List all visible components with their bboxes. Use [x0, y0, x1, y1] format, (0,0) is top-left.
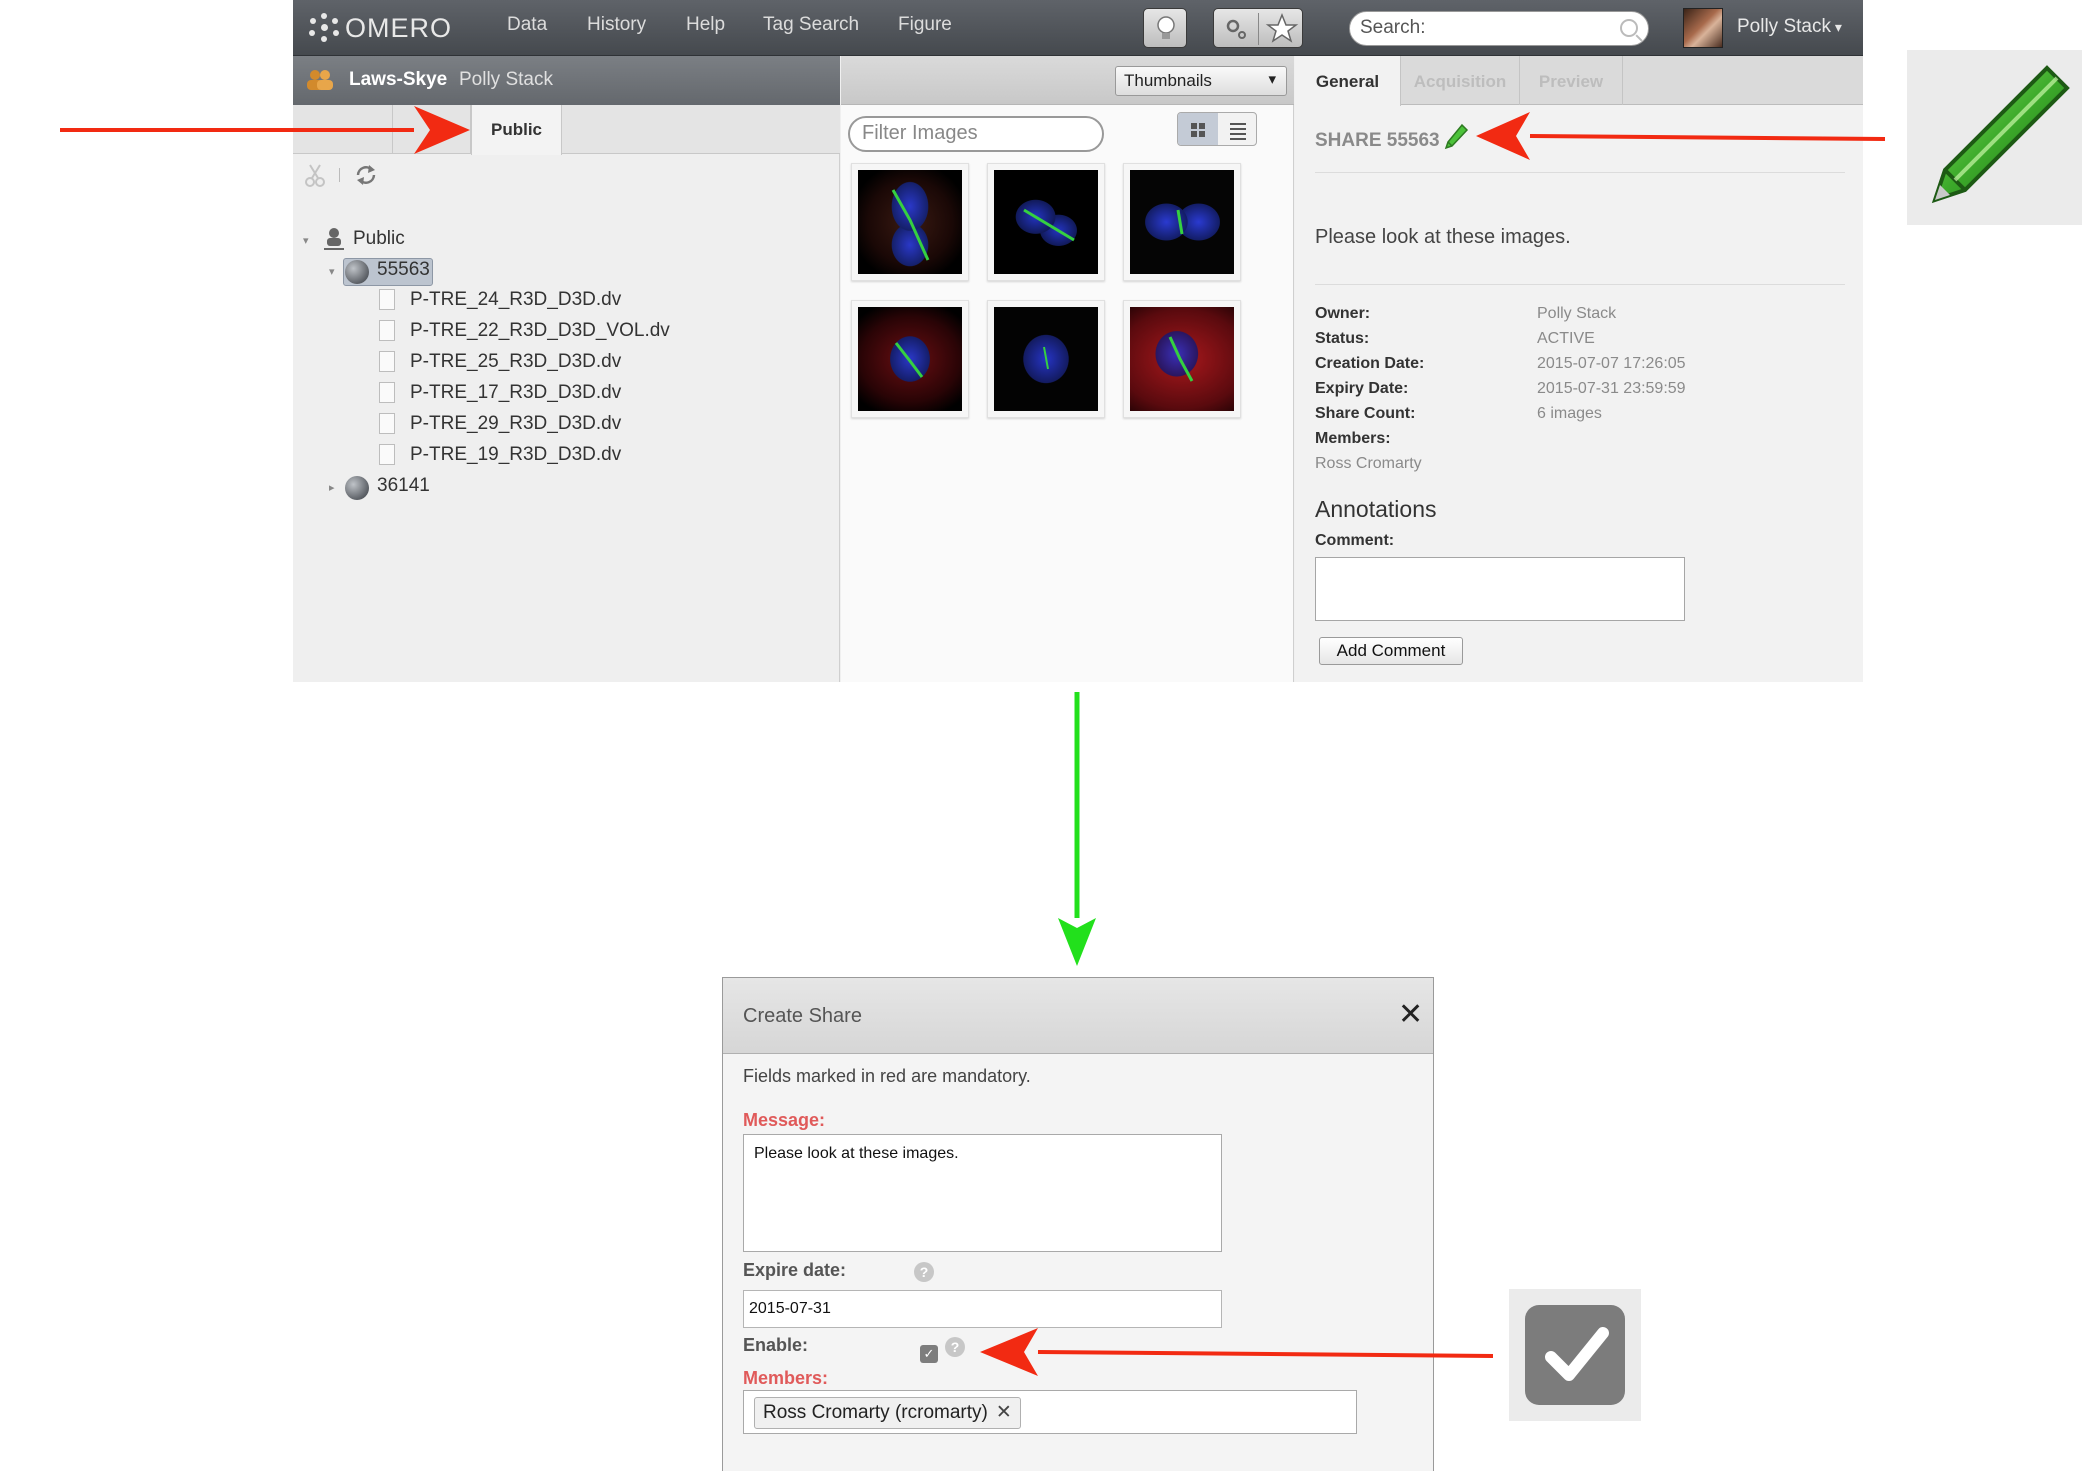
callout-arrow-edit-pencil [1476, 112, 1886, 160]
flow-arrow-down [1058, 692, 1096, 966]
annotation-arrows [60, 106, 1886, 1376]
callout-arrow-public-tab [60, 106, 470, 154]
callout-arrow-enable-checkbox [980, 1328, 1494, 1376]
